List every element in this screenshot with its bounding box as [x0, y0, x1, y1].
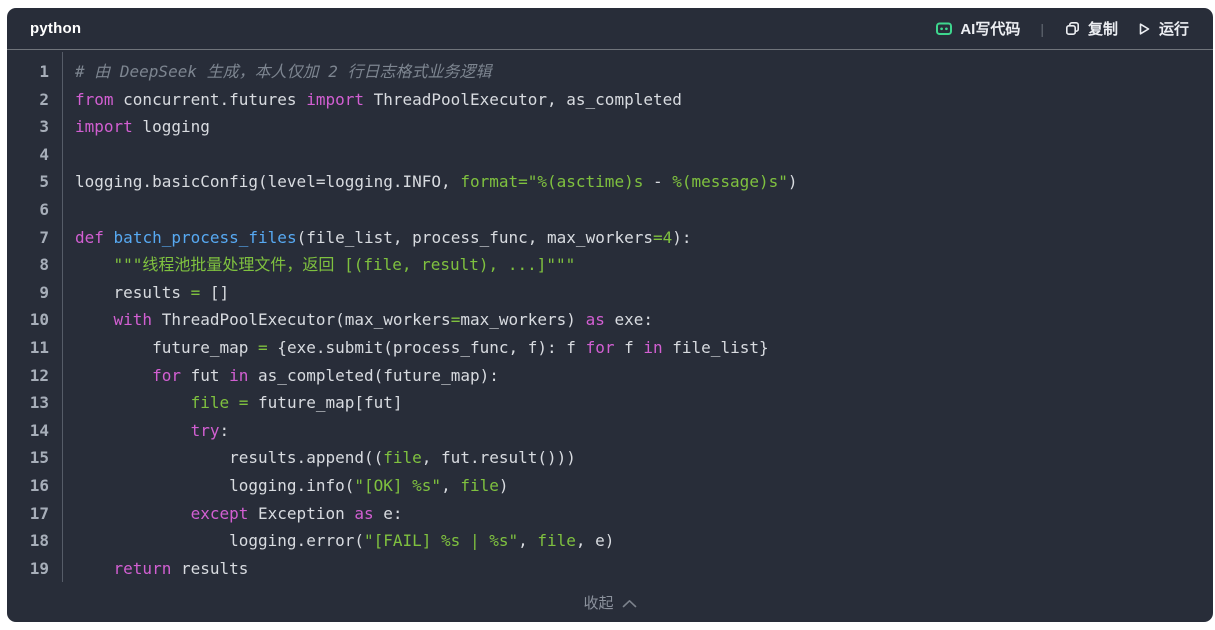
code-line: 5logging.basicConfig(level=logging.INFO,… [7, 168, 1213, 196]
ai-write-code-button[interactable]: AI写代码 [935, 18, 1020, 39]
code-text: logging.error("[FAIL] %s | %s", file, e) [62, 527, 614, 555]
copy-label: 复制 [1088, 18, 1118, 39]
run-label: 运行 [1159, 18, 1189, 39]
code-text: future_map = {exe.submit(process_func, f… [62, 334, 769, 362]
code-line: 6 [7, 196, 1213, 224]
line-number: 10 [7, 306, 62, 334]
ai-robot-icon [935, 20, 953, 37]
code-text: file = future_map[fut] [62, 389, 403, 417]
line-number: 4 [7, 141, 62, 169]
code-line: 15 results.append((file, fut.result())) [7, 444, 1213, 472]
code-text [62, 196, 75, 224]
line-number: 3 [7, 113, 62, 141]
line-number: 2 [7, 86, 62, 114]
code-line: 10 with ThreadPoolExecutor(max_workers=m… [7, 306, 1213, 334]
code-text: try: [62, 417, 229, 445]
line-number: 12 [7, 362, 62, 390]
line-number: 11 [7, 334, 62, 362]
code-text: for fut in as_completed(future_map): [62, 362, 499, 390]
line-number: 19 [7, 555, 62, 583]
code-text: logging.basicConfig(level=logging.INFO, … [62, 168, 797, 196]
code-line: 13 file = future_map[fut] [7, 389, 1213, 417]
code-line: 16 logging.info("[OK] %s", file) [7, 472, 1213, 500]
code-line: 19 return results [7, 555, 1213, 583]
code-text: return results [62, 555, 248, 583]
line-number: 16 [7, 472, 62, 500]
code-text: """线程池批量处理文件，返回 [(file, result), ...]""" [62, 251, 575, 279]
line-number: 5 [7, 168, 62, 196]
code-area: 1# 由 DeepSeek 生成，本人仅加 2 行日志格式业务逻辑2from c… [7, 50, 1213, 582]
code-line: 7def batch_process_files(file_list, proc… [7, 224, 1213, 252]
line-number: 7 [7, 224, 62, 252]
code-text: # 由 DeepSeek 生成，本人仅加 2 行日志格式业务逻辑 [62, 58, 492, 86]
line-number: 18 [7, 527, 62, 555]
code-line: 12 for fut in as_completed(future_map): [7, 362, 1213, 390]
code-line: 4 [7, 141, 1213, 169]
code-text: results = [] [62, 279, 229, 307]
line-number: 6 [7, 196, 62, 224]
code-text: logging.info("[OK] %s", file) [62, 472, 509, 500]
gutter-divider [62, 52, 63, 582]
run-triangle-icon [1136, 21, 1152, 37]
code-line: 18 logging.error("[FAIL] %s | %s", file,… [7, 527, 1213, 555]
line-number: 1 [7, 58, 62, 86]
code-text: from concurrent.futures import ThreadPoo… [62, 86, 682, 114]
code-line: 9 results = [] [7, 279, 1213, 307]
code-line: 1# 由 DeepSeek 生成，本人仅加 2 行日志格式业务逻辑 [7, 58, 1213, 86]
code-text: except Exception as e: [62, 500, 403, 528]
line-number: 15 [7, 444, 62, 472]
code-block-panel: python AI写代码 | [7, 8, 1213, 622]
code-text [62, 141, 75, 169]
run-button[interactable]: 运行 [1136, 18, 1189, 39]
line-number: 17 [7, 500, 62, 528]
copy-button[interactable]: 复制 [1064, 18, 1118, 39]
line-number: 8 [7, 251, 62, 279]
code-line: 3import logging [7, 113, 1213, 141]
collapse-label: 收起 [583, 592, 613, 613]
code-line: 11 future_map = {exe.submit(process_func… [7, 334, 1213, 362]
code-text: with ThreadPoolExecutor(max_workers=max_… [62, 306, 653, 334]
code-line: 14 try: [7, 417, 1213, 445]
code-line: 17 except Exception as e: [7, 500, 1213, 528]
code-block-header: python AI写代码 | [7, 8, 1213, 50]
code-text: def batch_process_files(file_list, proce… [62, 224, 692, 252]
header-actions: AI写代码 | 复制 运行 [935, 18, 1189, 39]
line-number: 14 [7, 417, 62, 445]
line-number: 9 [7, 279, 62, 307]
ai-write-code-label: AI写代码 [960, 18, 1020, 39]
code-line: 2from concurrent.futures import ThreadPo… [7, 86, 1213, 114]
chevron-up-icon [622, 597, 637, 608]
collapse-control[interactable]: 收起 [7, 588, 1213, 616]
actions-divider: | [1040, 21, 1044, 37]
line-number: 13 [7, 389, 62, 417]
code-text: results.append((file, fut.result())) [62, 444, 576, 472]
copy-icon [1064, 20, 1081, 37]
code-line: 8 """线程池批量处理文件，返回 [(file, result), ...]"… [7, 251, 1213, 279]
language-label: python [30, 20, 81, 37]
code-text: import logging [62, 113, 210, 141]
